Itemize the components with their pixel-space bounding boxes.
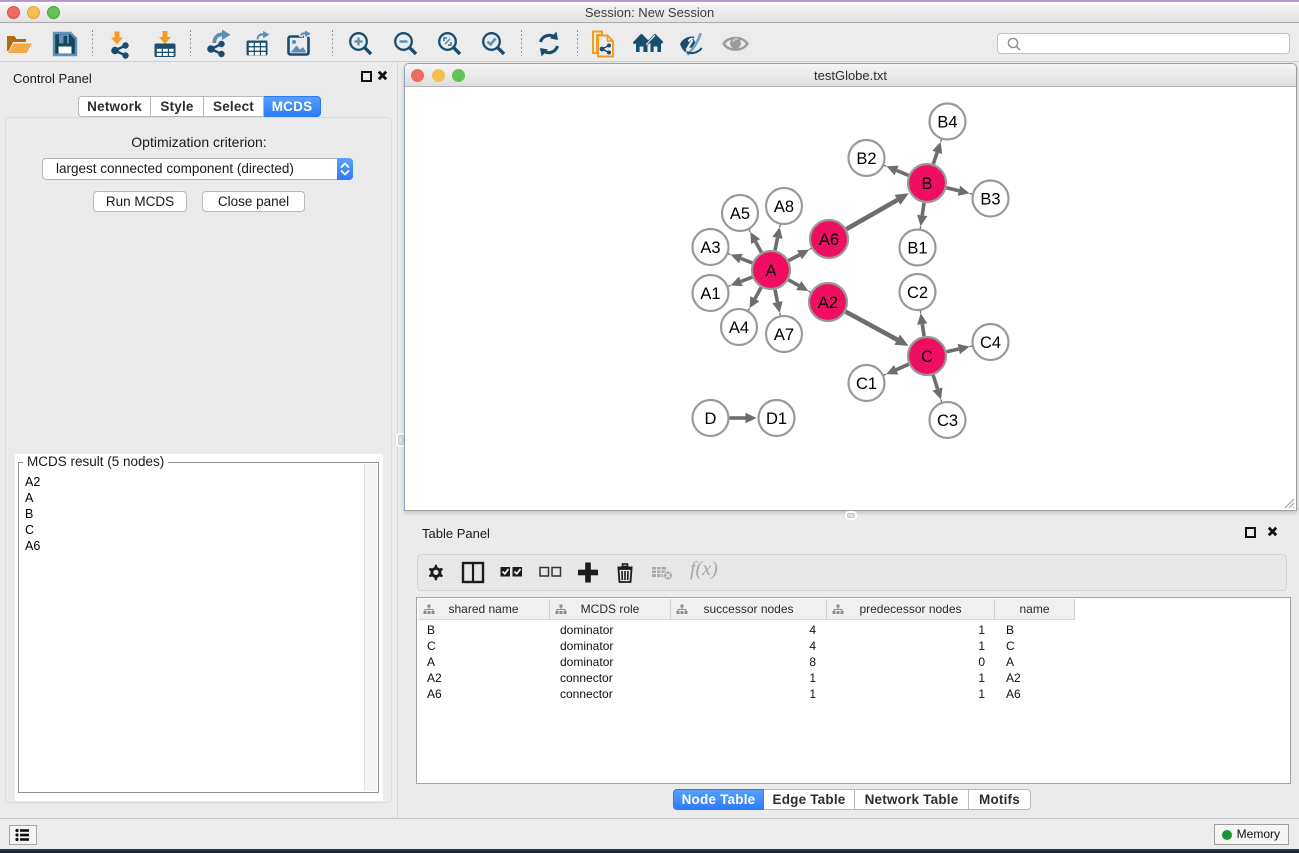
svg-text:D1: D1 [766, 410, 787, 428]
svg-text:A2: A2 [818, 294, 838, 312]
svg-text:B1: B1 [907, 239, 927, 257]
svg-text:A4: A4 [729, 319, 749, 337]
svg-text:C4: C4 [980, 334, 1001, 352]
svg-text:A7: A7 [774, 326, 794, 344]
svg-text:C1: C1 [856, 375, 877, 393]
svg-text:B: B [921, 175, 932, 193]
svg-text:C2: C2 [907, 284, 928, 302]
svg-text:B2: B2 [856, 150, 876, 168]
svg-text:A: A [765, 262, 776, 280]
svg-text:B3: B3 [980, 190, 1000, 208]
svg-text:B4: B4 [937, 113, 957, 131]
svg-text:C: C [921, 348, 933, 366]
svg-text:A8: A8 [774, 198, 794, 216]
svg-text:A5: A5 [730, 205, 750, 223]
svg-text:A1: A1 [700, 285, 720, 303]
svg-text:D: D [705, 410, 717, 428]
svg-text:C3: C3 [937, 412, 958, 430]
svg-text:A6: A6 [819, 231, 839, 249]
svg-text:A3: A3 [700, 239, 720, 257]
